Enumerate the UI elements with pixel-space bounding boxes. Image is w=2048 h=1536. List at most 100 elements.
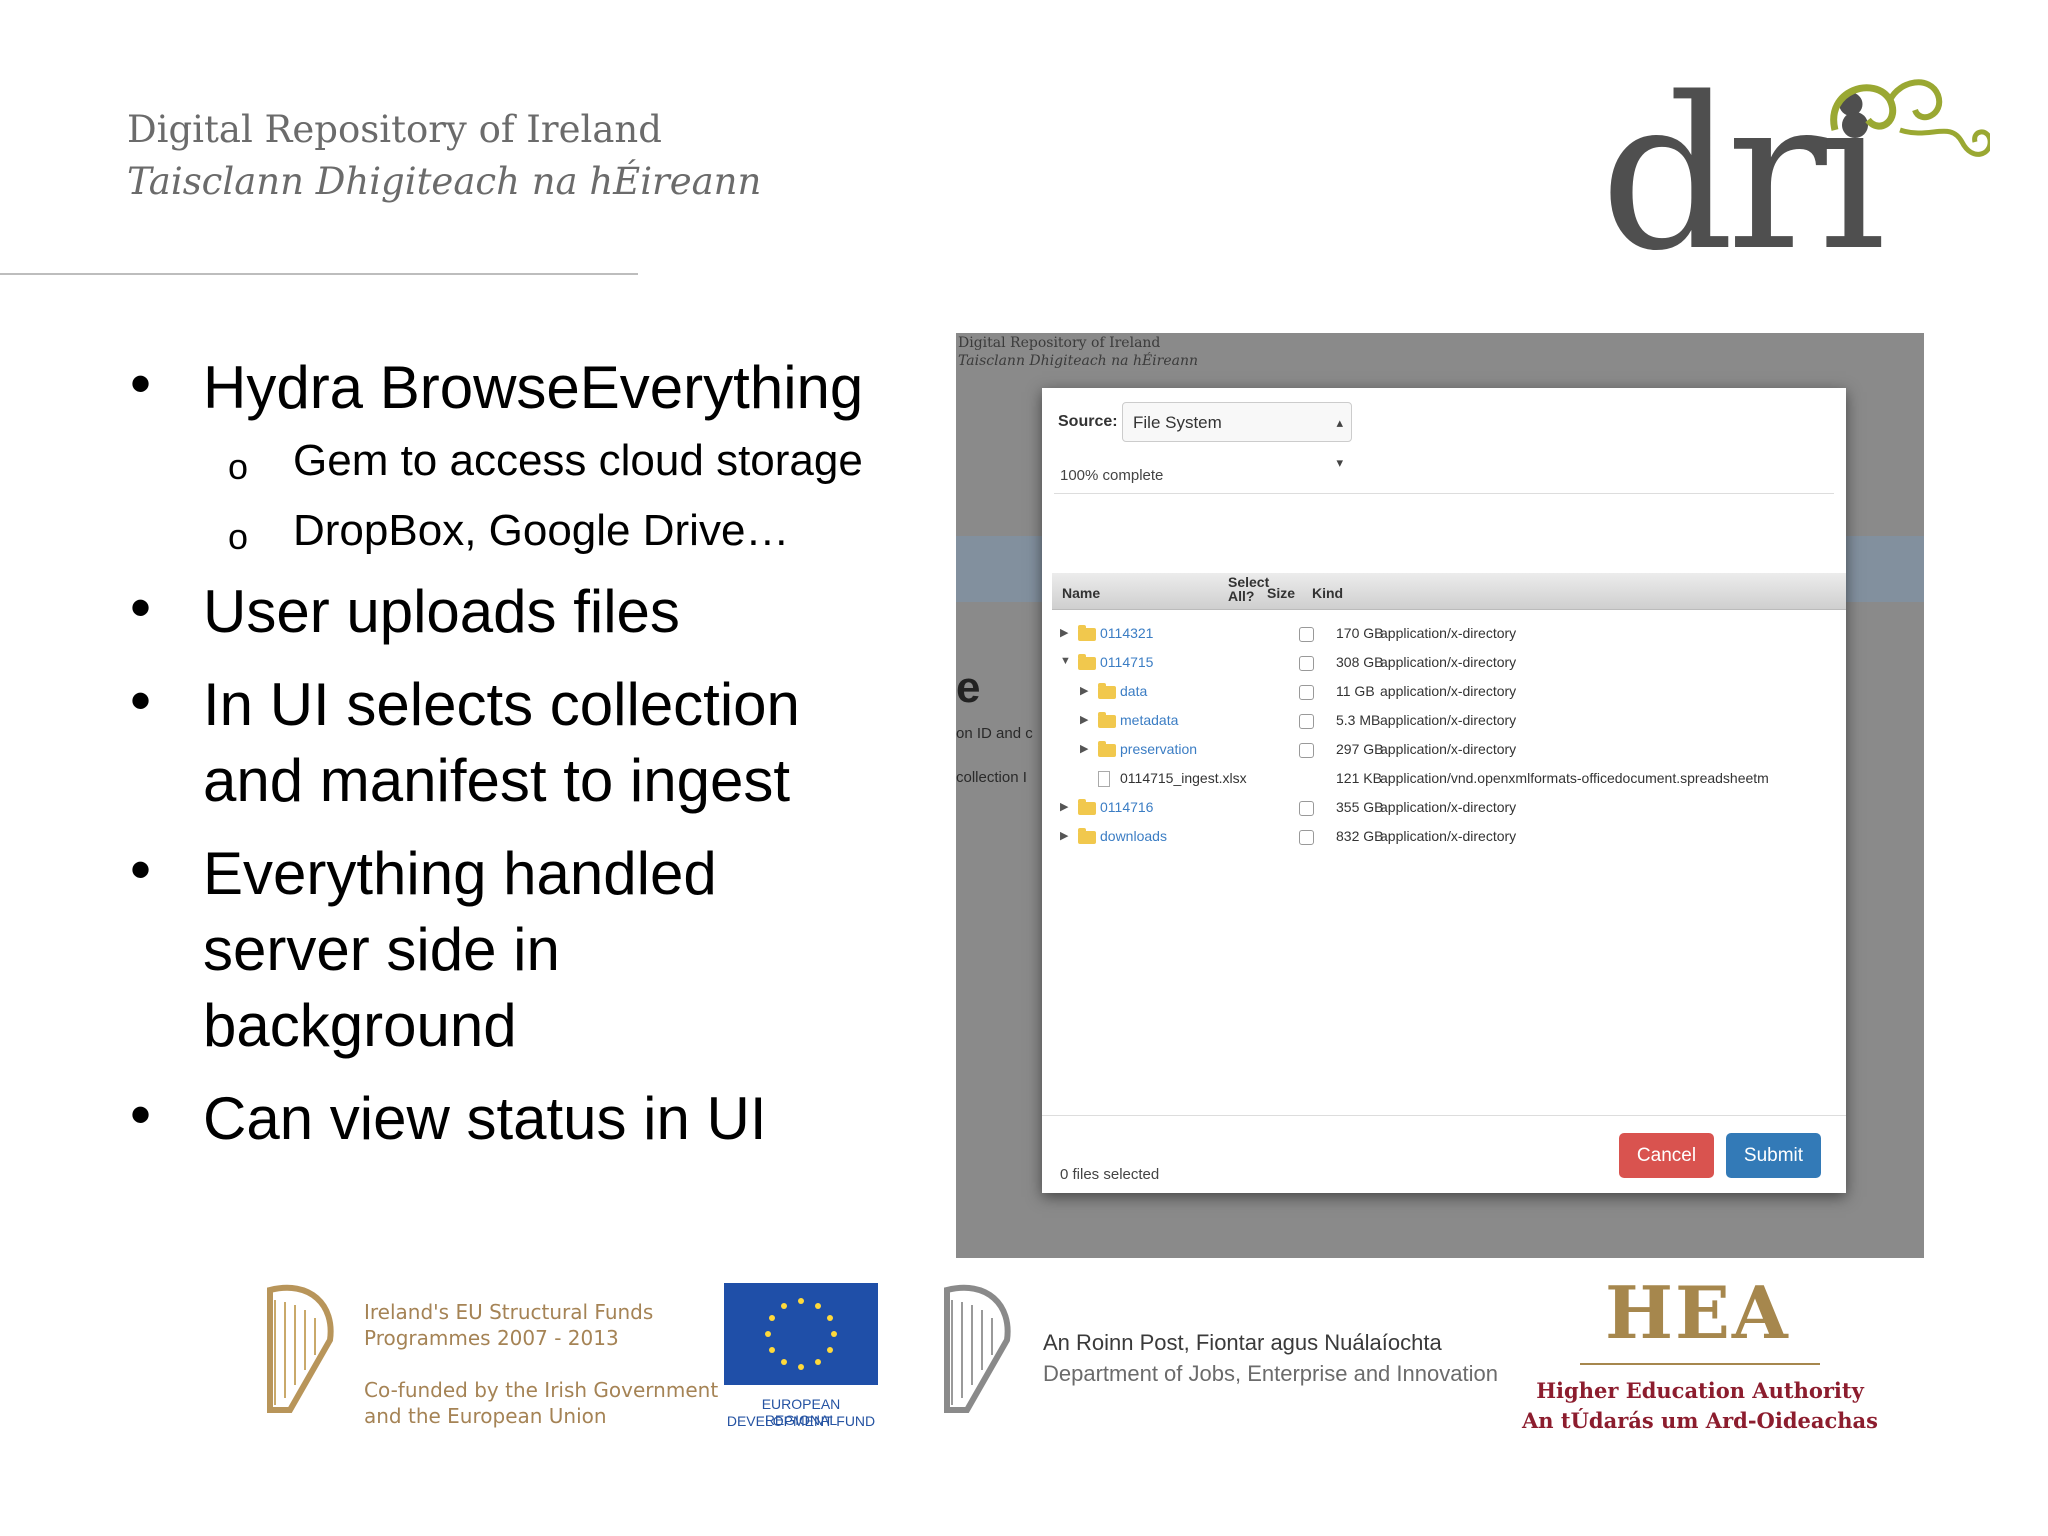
file-kind: application/x-directory xyxy=(1380,799,1517,815)
select-checkbox[interactable] xyxy=(1299,743,1314,758)
expand-arrow-icon[interactable]: ▶ xyxy=(1080,713,1088,726)
column-header-name[interactable]: Name xyxy=(1062,585,1100,601)
file-name[interactable]: downloads xyxy=(1100,828,1167,844)
eu-caption-line: DEVELOPMENT FUND xyxy=(726,1413,876,1429)
sub-bullet-circle-icon: o xyxy=(228,446,249,487)
bullet-item: • Everything handled server side in back… xyxy=(130,836,783,1064)
folder-icon xyxy=(1098,712,1116,728)
folder-icon xyxy=(1078,828,1096,844)
file-size: 170 GB xyxy=(1336,625,1384,641)
file-name[interactable]: preservation xyxy=(1120,741,1197,757)
file-table-row[interactable]: ▶ downloads 832 GB application/x-directory xyxy=(1052,823,1846,852)
select-checkbox[interactable] xyxy=(1299,656,1314,671)
file-table-row[interactable]: 0114715_ingest.xlsx 121 KB application/vnd… xyxy=(1052,765,1846,794)
file-name[interactable]: 0114716 xyxy=(1100,799,1153,815)
structural-funds-line: and the European Union xyxy=(364,1404,607,1428)
hea-name-english: Higher Education Authority xyxy=(1536,1378,1864,1403)
bg-text-fragment: collection I xyxy=(956,769,1027,786)
collapse-arrow-icon[interactable]: ▼ xyxy=(1060,655,1071,667)
browse-everything-modal: Source: File System ▴ ▾ 100% complete Nam… xyxy=(1042,388,1846,1193)
harp-grey-icon xyxy=(944,1284,1011,1413)
bullet-text: In UI selects collection and manifest to… xyxy=(203,671,800,814)
expand-arrow-icon[interactable]: ▶ xyxy=(1080,684,1088,697)
bullet-list: • Hydra BrowseEverything o Gem to access… xyxy=(130,350,930,1157)
file-icon xyxy=(1098,771,1110,787)
file-name[interactable]: data xyxy=(1120,683,1147,699)
file-size: 121 KB xyxy=(1336,770,1382,786)
bullet-dot-icon: • xyxy=(130,836,152,903)
file-kind: application/x-directory xyxy=(1380,741,1517,757)
hea-name-irish: An tÚdarás um Ard-Oideachas xyxy=(1522,1408,1878,1433)
source-label: Source: xyxy=(1058,413,1118,430)
eu-flag-icon xyxy=(724,1283,878,1385)
cancel-button[interactable]: Cancel xyxy=(1619,1133,1714,1178)
files-selected-count: 0 files selected xyxy=(1060,1166,1160,1183)
bg-text-fragment: on ID and c xyxy=(956,725,1033,742)
file-table-row[interactable]: ▶ metadata 5.3 MB application/x-directory xyxy=(1052,707,1846,736)
file-kind: application/vnd.openxmlformats-officedoc… xyxy=(1380,770,1769,786)
file-table-row[interactable]: ▶ data 11 GB application/x-directory xyxy=(1052,678,1846,707)
file-size: 297 GB xyxy=(1336,741,1384,757)
bullet-text: Hydra BrowseEverything xyxy=(203,354,864,421)
sub-bullet-item: o Gem to access cloud storage xyxy=(130,426,930,496)
folder-icon xyxy=(1078,625,1096,641)
bullet-item: • Hydra BrowseEverything xyxy=(130,350,930,426)
expand-arrow-icon[interactable]: ▶ xyxy=(1060,626,1068,639)
sub-bullet-text: DropBox, Google Drive… xyxy=(293,506,790,555)
bullet-text: Everything handled server side in backgr… xyxy=(203,840,717,1059)
file-table-row[interactable]: ▶ preservation 297 GB application/x-directo… xyxy=(1052,736,1846,765)
header-divider xyxy=(0,273,638,275)
file-name[interactable]: metadata xyxy=(1120,712,1178,728)
bullet-item: • User uploads files xyxy=(130,574,930,650)
sub-bullet-circle-icon: o xyxy=(228,516,249,557)
bg-org-name-english: Digital Repository of Ireland xyxy=(958,335,1161,351)
file-size: 308 GB xyxy=(1336,654,1384,670)
file-table-row[interactable]: ▼ 0114715 308 GB application/x-directory xyxy=(1052,649,1846,678)
file-table-row[interactable]: ▶ 0114716 355 GB application/x-directory xyxy=(1052,794,1846,823)
file-size: 11 GB xyxy=(1336,683,1375,699)
harp-gold-icon xyxy=(267,1284,334,1413)
submit-button[interactable]: Submit xyxy=(1726,1133,1821,1178)
dri-logo: dri xyxy=(1600,70,1990,280)
file-name[interactable]: 0114321 xyxy=(1100,625,1153,641)
expand-arrow-icon[interactable]: ▶ xyxy=(1060,800,1068,813)
bullet-dot-icon: • xyxy=(130,350,152,417)
select-arrows-icon: ▴ ▾ xyxy=(1336,415,1343,470)
folder-icon xyxy=(1098,741,1116,757)
file-table-header: Name Select All? Size Kind xyxy=(1052,573,1846,610)
file-table-row[interactable]: ▶ 0114321 170 GB application/x-directory xyxy=(1052,620,1846,649)
bullet-dot-icon: • xyxy=(130,574,152,641)
expand-arrow-icon[interactable]: ▶ xyxy=(1060,829,1068,842)
dri-logo-swirl-icon xyxy=(1830,79,1990,157)
progress-status: 100% complete xyxy=(1060,467,1164,484)
file-name[interactable]: 0114715 xyxy=(1100,654,1153,670)
column-header-select-all[interactable]: Select All? xyxy=(1228,575,1269,603)
bg-org-name-irish: Taisclann Dhigiteach na hÉireann xyxy=(958,353,1199,369)
bullet-item: • In UI selects collection and manifest … xyxy=(130,667,873,819)
file-kind: application/x-directory xyxy=(1380,712,1517,728)
column-header-kind[interactable]: Kind xyxy=(1312,585,1343,601)
select-checkbox[interactable] xyxy=(1299,685,1314,700)
folder-icon xyxy=(1098,683,1116,699)
bullet-text: Can view status in UI xyxy=(203,1085,767,1152)
file-kind: application/x-directory xyxy=(1380,654,1517,670)
sub-bullet-item: o DropBox, Google Drive… xyxy=(130,496,930,566)
select-checkbox[interactable] xyxy=(1299,714,1314,729)
folder-icon xyxy=(1078,799,1096,815)
file-kind: application/x-directory xyxy=(1380,625,1517,641)
hea-logo-rule xyxy=(1580,1363,1820,1365)
modal-divider xyxy=(1054,493,1834,494)
column-header-size[interactable]: Size xyxy=(1267,585,1295,601)
bg-heading-fragment: e xyxy=(956,663,981,712)
sub-bullet-text: Gem to access cloud storage xyxy=(293,436,863,485)
expand-arrow-icon[interactable]: ▶ xyxy=(1080,742,1088,755)
bullet-dot-icon: • xyxy=(130,1081,152,1148)
select-checkbox[interactable] xyxy=(1299,627,1314,642)
source-select[interactable]: File System ▴ ▾ xyxy=(1122,402,1352,470)
structural-funds-line: Programmes 2007 - 2013 xyxy=(364,1326,619,1350)
file-name: 0114715_ingest.xlsx xyxy=(1120,770,1247,786)
file-kind: application/x-directory xyxy=(1380,828,1517,844)
select-checkbox[interactable] xyxy=(1299,801,1314,816)
bullet-item: • Can view status in UI xyxy=(130,1081,930,1157)
select-checkbox[interactable] xyxy=(1299,830,1314,845)
